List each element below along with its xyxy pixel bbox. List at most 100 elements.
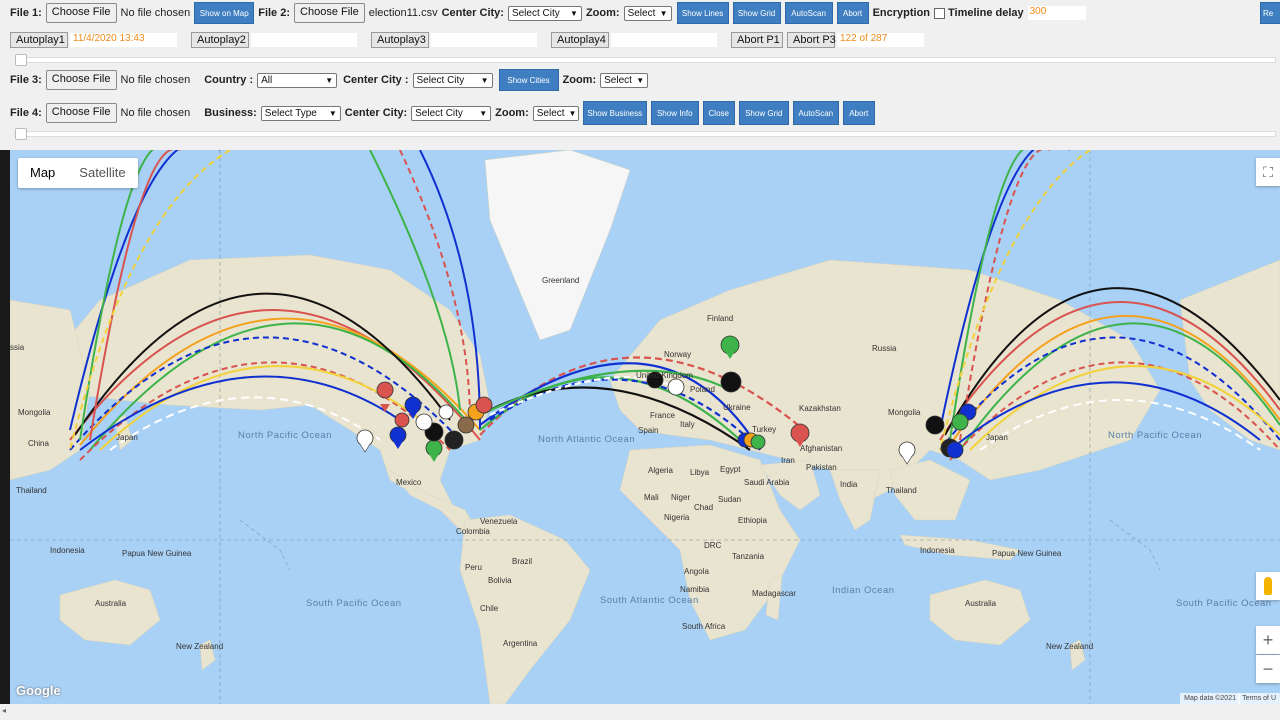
chevron-down-icon: ▼ (480, 75, 489, 85)
label-united-kingdom: United Kingdom (636, 371, 693, 380)
label-spain: Spain (638, 426, 658, 435)
label-north-pacific-right: North Pacific Ocean (1108, 430, 1202, 441)
label-indonesia-right: Indonesia (920, 546, 955, 555)
file3-label: File 3: (10, 74, 42, 86)
abort-p1-button[interactable]: Abort P1 (731, 32, 783, 48)
autoplay2-button[interactable]: Autoplay2 (191, 32, 249, 48)
map-pin-white (356, 429, 374, 453)
label-colombia: Colombia (456, 527, 490, 536)
country-value: All (261, 74, 273, 86)
center-city-select-3[interactable]: Select City ▼ (412, 72, 493, 88)
center-city-value-3: Select City (416, 74, 465, 86)
map-type-map-button[interactable]: Map (18, 158, 67, 188)
file2-choose-button[interactable]: Choose File (294, 3, 365, 23)
scroll-left-icon[interactable]: ◂ (2, 706, 6, 715)
zoom-out-icon[interactable]: − (1256, 655, 1280, 683)
map-type-control: Map Satellite (18, 158, 138, 188)
timeline-delay-input[interactable]: 300 (1027, 6, 1086, 20)
land-india (829, 469, 881, 531)
business-value: Select Type (264, 107, 317, 119)
center-city-label-4: Center City: (344, 107, 408, 119)
map-canvas[interactable]: Greenland Finland Norway Russia Kazakhst… (10, 150, 1280, 704)
label-drc: DRC (704, 541, 722, 550)
window-edge (0, 150, 10, 720)
show-grid-button[interactable]: Show Grid (732, 2, 781, 24)
label-libya: Libya (690, 468, 710, 477)
chevron-down-icon: ▼ (570, 8, 578, 18)
label-france: France (650, 411, 675, 420)
label-italy: Italy (680, 420, 695, 429)
slider-handle[interactable] (15, 54, 27, 66)
show-info-button[interactable]: Show Info (650, 101, 699, 125)
fullscreen-icon[interactable]: ⛶ (1256, 158, 1280, 186)
label-angola: Angola (684, 567, 709, 576)
show-cities-button[interactable]: Show Cities (498, 69, 559, 91)
abort-p3-button[interactable]: Abort P3 (787, 32, 836, 48)
map-pin-red-3 (394, 412, 410, 428)
show-grid-button-4[interactable]: Show Grid (738, 101, 789, 125)
show-lines-button[interactable]: Show Lines (676, 2, 729, 24)
file4-choose-button[interactable]: Choose File (45, 103, 117, 123)
country-select[interactable]: All ▼ (257, 72, 338, 88)
abort-button[interactable]: Abort (836, 2, 869, 24)
zoom-select-4[interactable]: Select ▼ (532, 105, 579, 121)
label-japan-right: Japan (986, 433, 1008, 442)
zoom-value-4: Select (536, 107, 565, 119)
zoom-in-icon[interactable]: + (1256, 626, 1280, 654)
label-thailand-right: Thailand (886, 486, 917, 495)
center-city-select-4[interactable]: Select City ▼ (411, 105, 492, 121)
zoom-label-3: Zoom: (562, 74, 597, 86)
close-button[interactable]: Close (702, 101, 735, 125)
autoscan-button-4[interactable]: AutoScan (792, 101, 839, 125)
autoplay-row: Autoplay1 11/4/2020 13:43 Autoplay2 Auto… (10, 31, 924, 49)
pegman-icon[interactable] (1256, 572, 1280, 600)
encryption-checkbox[interactable] (934, 7, 946, 19)
abort-button-4[interactable]: Abort (842, 101, 875, 125)
show-on-map-button[interactable]: Show on Map (194, 2, 255, 24)
label-asia-left: ssia (10, 343, 25, 352)
label-india: India (840, 480, 858, 489)
map-pin-black-2 (444, 430, 464, 450)
business-select[interactable]: Select Type ▼ (260, 105, 341, 121)
map-pin-blue-5 (946, 441, 964, 459)
slider-handle-2[interactable] (15, 128, 27, 140)
toolbar-file3: File 3: Choose File No file chosen Count… (10, 69, 649, 91)
land-australia (929, 579, 1031, 646)
label-mexico: Mexico (396, 478, 422, 487)
horizontal-scrollbar[interactable]: ◂ (0, 704, 1280, 720)
center-city-select[interactable]: Select City ▼ (507, 5, 582, 21)
center-city-value-4: Select City (415, 107, 463, 119)
autoplay4-field (611, 33, 717, 47)
timeline-slider-1[interactable] (15, 54, 1276, 66)
chevron-down-icon: ▼ (325, 75, 334, 85)
label-iran: Iran (781, 456, 795, 465)
autoplay3-button[interactable]: Autoplay3 (371, 32, 429, 48)
autoplay1-button[interactable]: Autoplay1 (10, 32, 68, 48)
file1-choose-button[interactable]: Choose File (45, 3, 117, 23)
label-ukraine: Ukraine (723, 403, 751, 412)
zoom-label: Zoom: (585, 7, 620, 19)
label-greenland: Greenland (542, 276, 579, 285)
autoscan-button[interactable]: AutoScan (784, 2, 833, 24)
zoom-select-3[interactable]: Select ▼ (600, 72, 649, 88)
country-label: Country : (204, 74, 254, 86)
reset-button[interactable]: Re (1260, 2, 1280, 24)
file3-choose-button[interactable]: Choose File (45, 70, 117, 90)
chevron-down-icon: ▼ (328, 108, 337, 118)
timeline-delay-label: Timeline delay (948, 7, 1024, 19)
zoom-value: Select (627, 7, 656, 19)
map-pin-white-3 (438, 404, 454, 420)
toolbar-file4: File 4: Choose File No file chosen Busin… (10, 101, 879, 125)
autoplay4-button[interactable]: Autoplay4 (551, 32, 609, 48)
autoplay-progress: 122 of 287 (837, 33, 924, 47)
timeline-slider-2[interactable] (15, 128, 1276, 140)
label-kazakhstan: Kazakhstan (799, 404, 841, 413)
map-type-satellite-button[interactable]: Satellite (67, 158, 137, 188)
show-business-button[interactable]: Show Business (582, 101, 647, 125)
label-tanzania: Tanzania (732, 552, 765, 561)
terms-link[interactable]: Terms of U (1238, 693, 1280, 704)
label-algeria: Algeria (648, 466, 673, 475)
label-china: China (28, 439, 49, 448)
file4-status: No file chosen (120, 107, 191, 119)
zoom-select[interactable]: Select ▼ (623, 5, 672, 21)
